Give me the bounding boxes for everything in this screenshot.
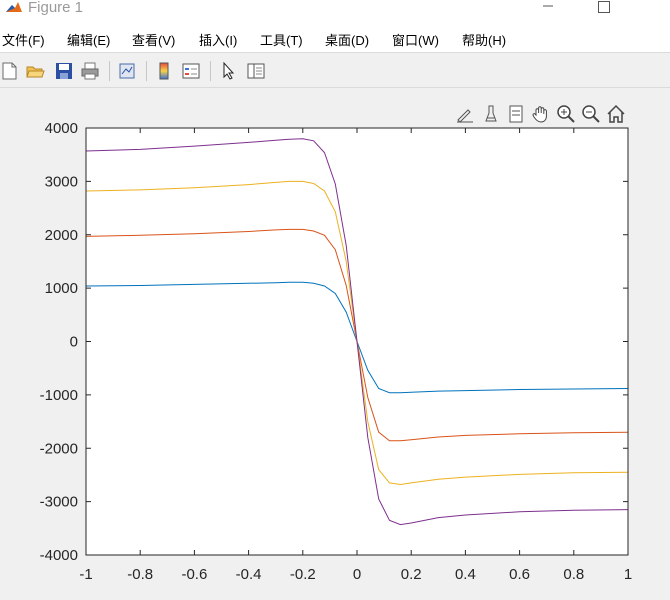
x-tick-label: 0.8 <box>563 566 584 583</box>
x-tick-label: -0.4 <box>236 566 262 583</box>
y-tick-label: 1000 <box>45 280 78 297</box>
y-tick-label: -4000 <box>40 547 78 564</box>
y-tick-label: -2000 <box>40 440 78 457</box>
x-tick-label: -0.2 <box>290 566 316 583</box>
x-tick-label: -0.6 <box>181 566 207 583</box>
x-tick-label: -0.8 <box>127 566 153 583</box>
y-tick-label: 2000 <box>45 227 78 244</box>
x-tick-label: 0.6 <box>509 566 530 583</box>
x-tick-label: 0.4 <box>455 566 476 583</box>
line-chart: -1 -0.8 -0.6 -0.4 -0.2 0 0.2 0.4 0.6 0.8 1 -4000 -30… <box>40 120 633 583</box>
x-tick-label: 1 <box>624 566 632 583</box>
y-tick-label: -3000 <box>40 494 78 511</box>
y-tick-label: 0 <box>70 334 78 351</box>
y-tick-label: 3000 <box>45 173 78 190</box>
y-tick-label: -1000 <box>40 387 78 404</box>
x-tick-label: 0 <box>353 566 361 583</box>
x-tick-label: 0.2 <box>401 566 422 583</box>
x-tick-label: -1 <box>79 566 92 583</box>
y-tick-label: 4000 <box>45 120 78 137</box>
